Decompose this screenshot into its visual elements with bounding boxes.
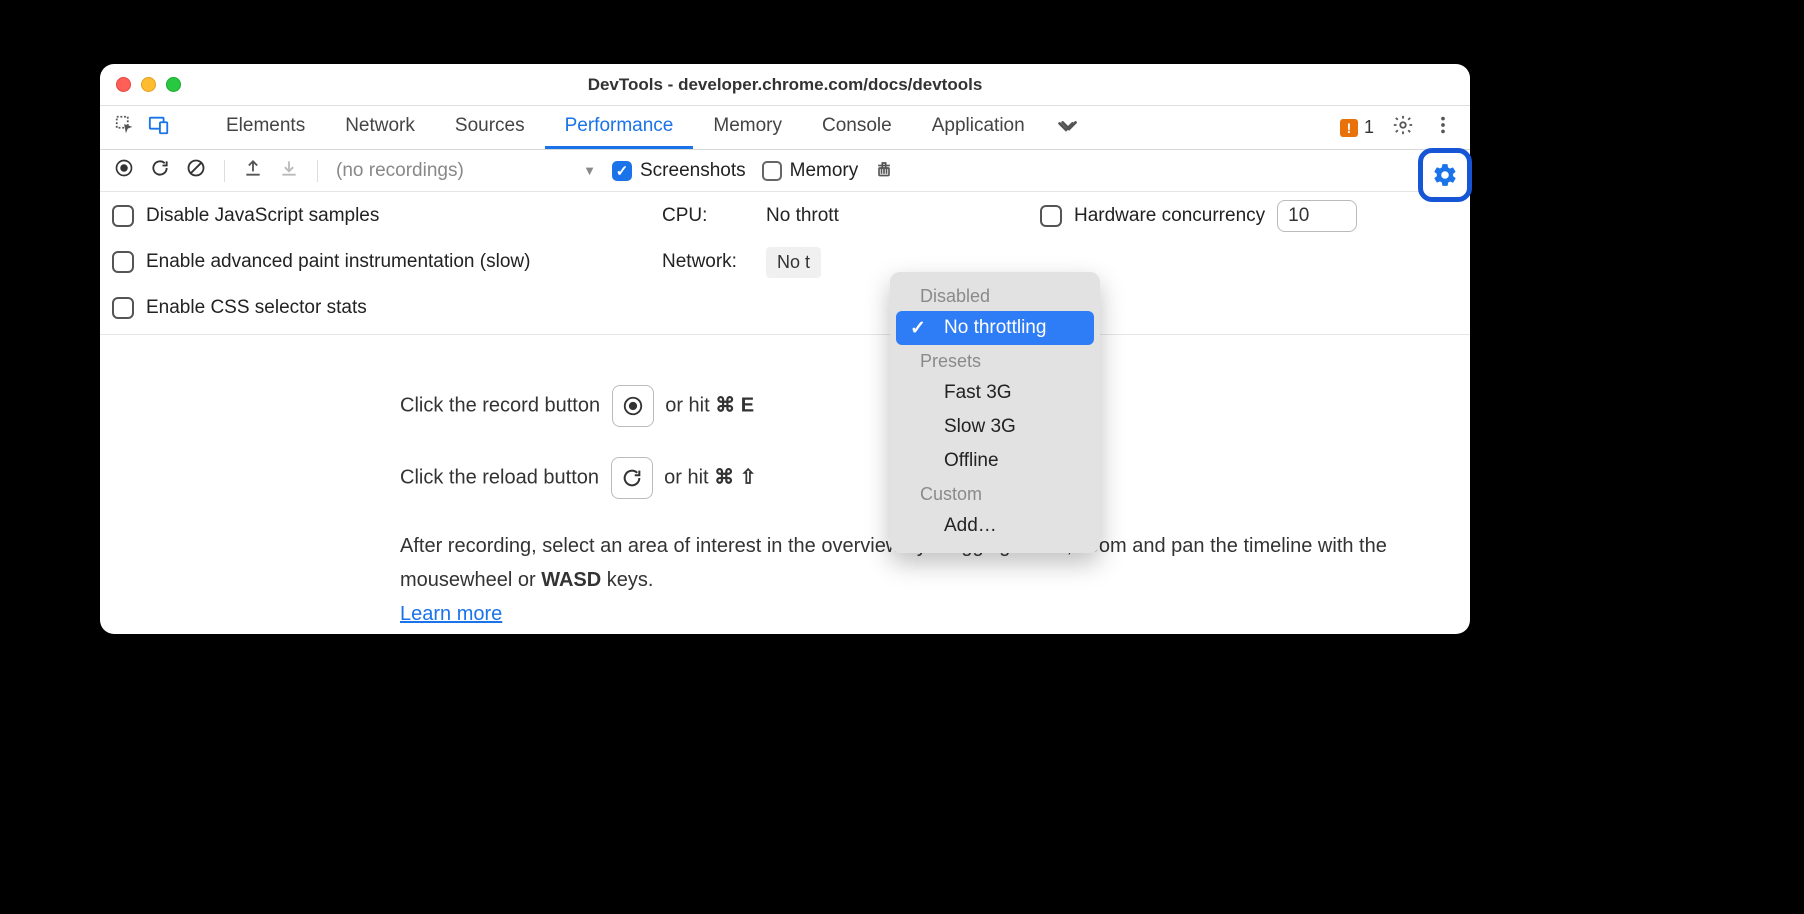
tab-elements[interactable]: Elements	[206, 106, 325, 149]
tab-performance[interactable]: Performance	[545, 106, 694, 149]
devtools-window: DevTools - developer.chrome.com/docs/dev…	[100, 64, 1470, 634]
checkbox-unchecked-icon	[112, 205, 134, 227]
titlebar: DevTools - developer.chrome.com/docs/dev…	[100, 64, 1470, 106]
close-window-button[interactable]	[116, 77, 131, 92]
tab-memory[interactable]: Memory	[693, 106, 802, 149]
more-tabs-button[interactable]	[1045, 106, 1091, 149]
memory-label: Memory	[790, 160, 859, 182]
disable-js-samples-label: Disable JavaScript samples	[146, 205, 379, 227]
memory-checkbox[interactable]: Memory	[762, 160, 859, 182]
traffic-lights	[116, 77, 181, 92]
hardware-concurrency-label: Hardware concurrency	[1074, 205, 1265, 227]
enable-css-selector-stats-checkbox[interactable]: Enable CSS selector stats	[112, 292, 632, 324]
network-throttling-dropdown: Disabled No throttling Presets Fast 3G S…	[890, 272, 1100, 553]
dropdown-group-custom: Custom	[890, 478, 1100, 509]
recordings-select[interactable]: (no recordings) ▼	[336, 160, 596, 182]
checkbox-unchecked-icon	[112, 297, 134, 319]
performance-help-area: Click the record button or hit ⌘ E ding.…	[100, 335, 1470, 691]
enable-paint-instrumentation-label: Enable advanced paint instrumentation (s…	[146, 251, 530, 273]
cpu-throttling-select[interactable]: No thrott	[766, 205, 839, 227]
device-toggle-icon[interactable]	[148, 114, 170, 141]
enable-css-selector-stats-label: Enable CSS selector stats	[146, 297, 367, 319]
dropdown-group-presets: Presets	[890, 345, 1100, 376]
issues-badge[interactable]: ! 1	[1340, 117, 1374, 138]
dropdown-item-fast-3g[interactable]: Fast 3G	[890, 376, 1100, 410]
disable-js-samples-checkbox[interactable]: Disable JavaScript samples	[112, 200, 632, 232]
screenshots-label: Screenshots	[640, 160, 746, 182]
clear-button[interactable]	[186, 158, 206, 183]
hardware-concurrency-input[interactable]	[1277, 200, 1357, 232]
issues-icon: !	[1340, 119, 1358, 137]
tab-application[interactable]: Application	[912, 106, 1045, 149]
download-profile-button[interactable]	[279, 158, 299, 183]
garbage-collect-icon[interactable]	[874, 158, 894, 183]
tab-console[interactable]: Console	[802, 106, 912, 149]
network-throttling-label: Network:	[662, 251, 756, 273]
issues-count: 1	[1364, 117, 1374, 138]
separator	[317, 160, 318, 182]
panel-tabstrip: Elements Network Sources Performance Mem…	[100, 106, 1470, 150]
dropdown-item-slow-3g[interactable]: Slow 3G	[890, 410, 1100, 444]
learn-more-link[interactable]: Learn more	[400, 603, 502, 625]
checkbox-unchecked-icon	[112, 251, 134, 273]
cpu-throttling-label: CPU:	[662, 205, 756, 227]
performance-toolbar: (no recordings) ▼ ✓ Screenshots Memory	[100, 150, 1470, 192]
capture-settings-button[interactable]	[1418, 148, 1472, 202]
reload-record-button[interactable]	[150, 158, 170, 183]
separator	[224, 160, 225, 182]
upload-profile-button[interactable]	[243, 158, 263, 183]
dropdown-item-add[interactable]: Add…	[890, 509, 1100, 543]
devtools-settings-icon[interactable]	[1392, 114, 1414, 141]
record-button[interactable]	[114, 158, 134, 183]
network-throttling-select[interactable]: No t	[766, 247, 821, 278]
record-button-inline[interactable]	[612, 385, 654, 427]
reload-button-inline[interactable]	[611, 457, 653, 499]
dropdown-item-no-throttling[interactable]: No throttling	[896, 311, 1094, 345]
checkbox-unchecked-icon	[762, 161, 782, 181]
tab-sources[interactable]: Sources	[435, 106, 545, 149]
dropdown-group-disabled: Disabled	[890, 280, 1100, 311]
window-title: DevTools - developer.chrome.com/docs/dev…	[100, 75, 1470, 95]
tab-network[interactable]: Network	[325, 106, 435, 149]
hardware-concurrency-checkbox[interactable]	[1040, 205, 1062, 227]
maximize-window-button[interactable]	[166, 77, 181, 92]
dropdown-item-offline[interactable]: Offline	[890, 444, 1100, 478]
capture-settings-panel: Disable JavaScript samples Enable advanc…	[100, 192, 1470, 335]
minimize-window-button[interactable]	[141, 77, 156, 92]
inspect-element-icon[interactable]	[114, 114, 136, 141]
chevron-down-icon: ▼	[583, 163, 596, 178]
recordings-select-label: (no recordings)	[336, 160, 464, 182]
checkbox-checked-icon: ✓	[612, 161, 632, 181]
enable-paint-instrumentation-checkbox[interactable]: Enable advanced paint instrumentation (s…	[112, 246, 632, 278]
screenshots-checkbox[interactable]: ✓ Screenshots	[612, 160, 746, 182]
more-options-icon[interactable]	[1432, 114, 1454, 142]
